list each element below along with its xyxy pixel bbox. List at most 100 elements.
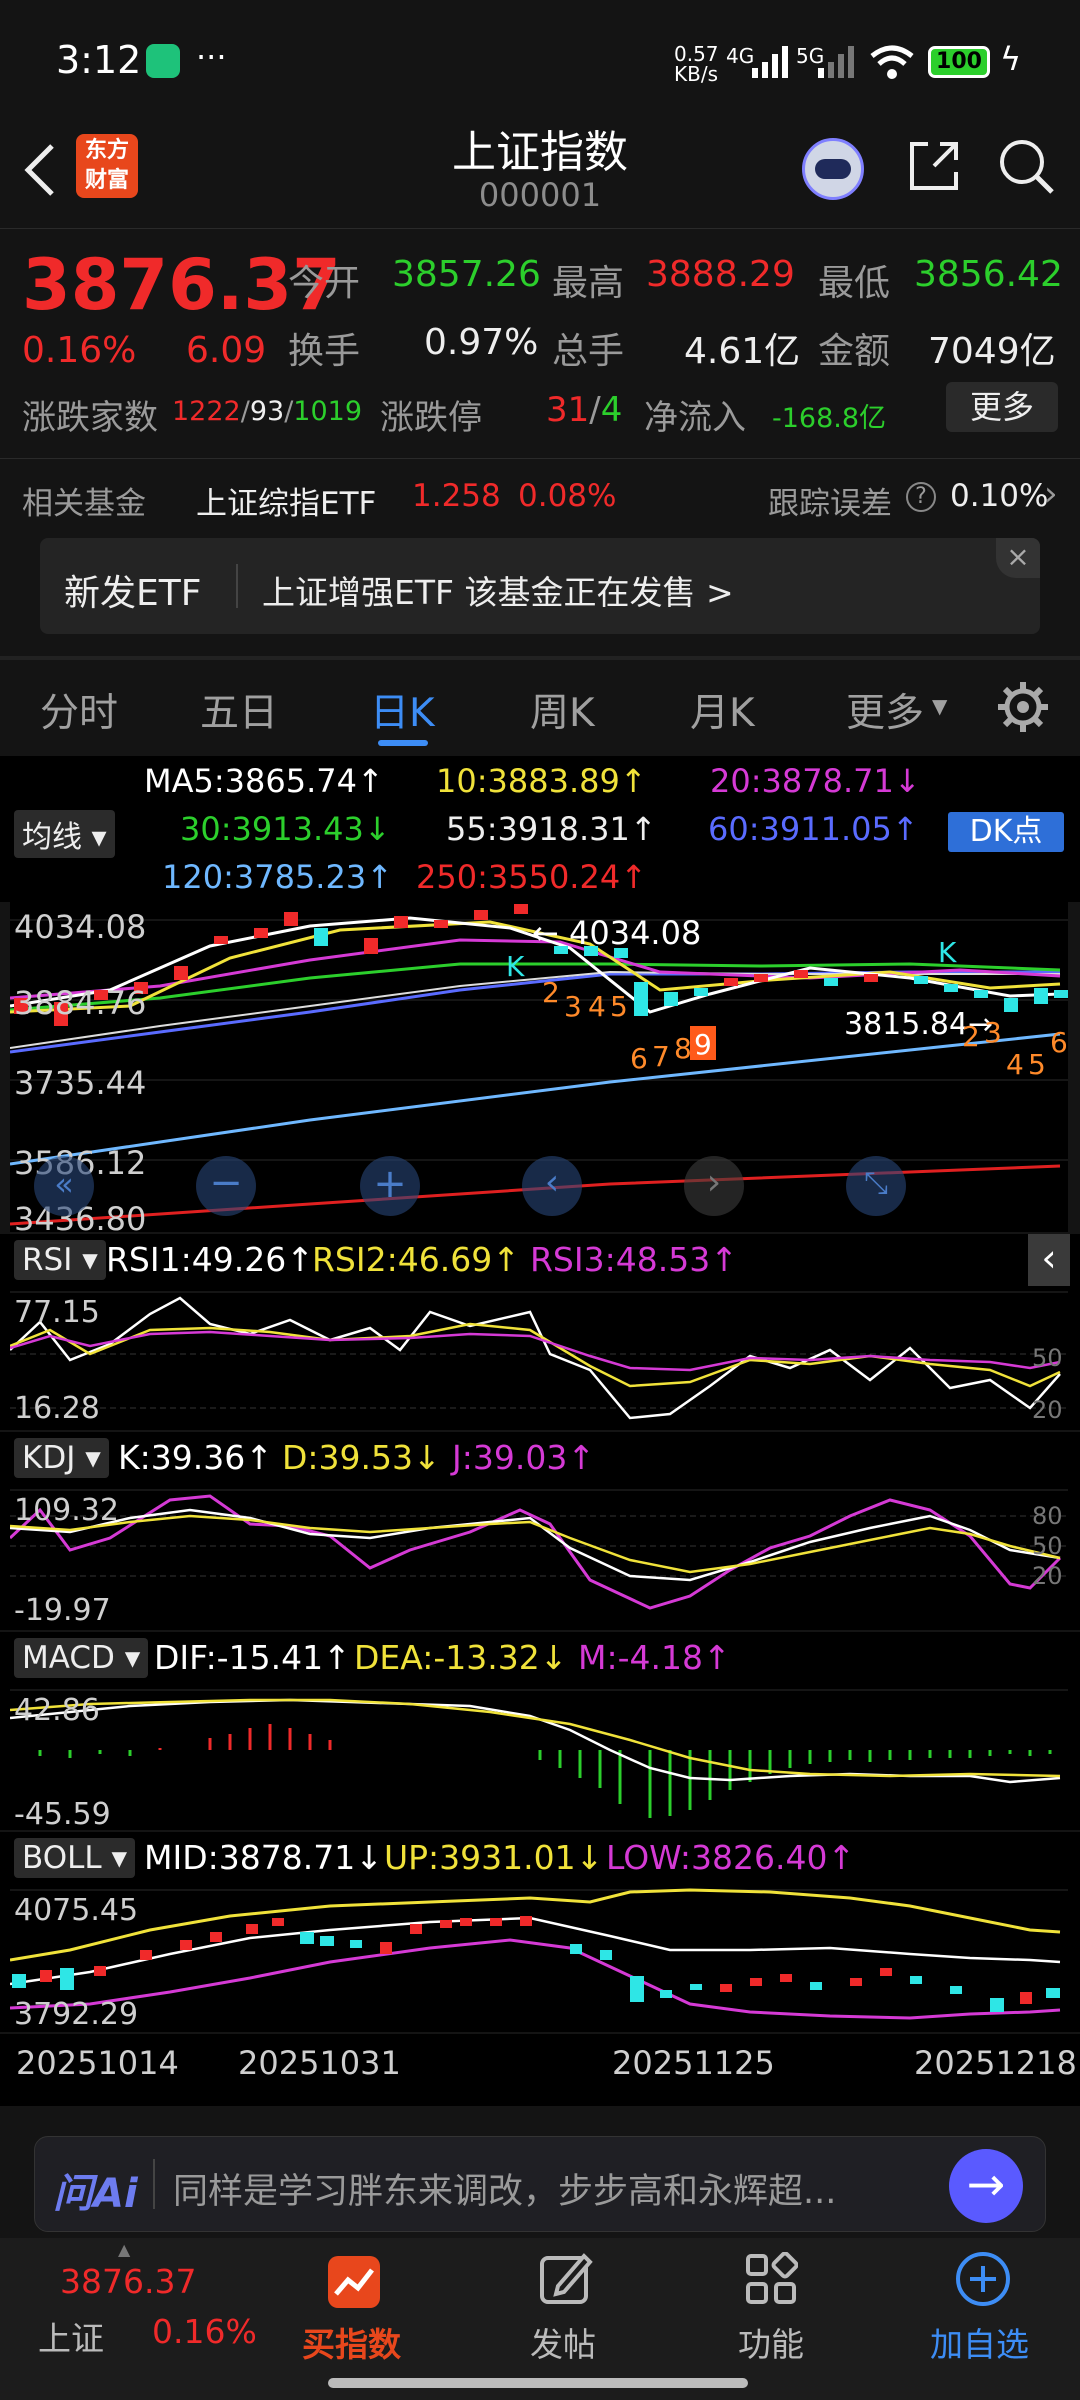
scroll-left-button[interactable]: ‹ [522,1156,582,1216]
dk-point-button[interactable]: DK点 [948,812,1064,852]
signal2-icon [818,46,854,78]
open-label: 今开 [288,263,361,304]
more-button[interactable]: 更多 [946,382,1058,432]
zoom-in-button[interactable]: + [360,1156,420,1216]
count-8: 8 [674,1032,692,1065]
new-etf-banner[interactable]: 新发ETF 上证增强ETF 该基金正在发售 > [40,538,1040,634]
macd-selector[interactable]: MACD ▾ [14,1638,149,1678]
kdj-selector[interactable]: KDJ ▾ [14,1438,109,1478]
function-tab[interactable]: 功能 [716,2238,826,2378]
kdj-selector-label: KDJ [22,1440,76,1476]
limit-counts: 31/4 [546,390,623,430]
stock-code: 000001 [478,176,602,214]
send-arrow-button[interactable]: → [949,2149,1023,2223]
help-icon[interactable]: ? [906,482,936,512]
nav-bar: 东方 财富 上证指数 000001 [0,110,1080,230]
net-speed: 0.57 KB/s [674,42,719,86]
share-icon[interactable] [906,138,962,194]
dea-line [10,1698,1061,1778]
add-watchlist-tab[interactable]: 加自选 [920,2238,1050,2378]
boll-bottom-label: 3792.29 [14,1997,138,2030]
edit-icon [540,2253,593,2304]
count-4: 4 [588,990,606,1023]
index-ticker[interactable]: ▲ 3876.37 上证 0.16% [0,2238,270,2378]
macd-panel[interactable]: MACD ▾ DIF:-15.41↑ DEA:-13.32↓ M:-4.18↑ … [0,1632,1080,1830]
banner-tag: 新发ETF [64,573,202,614]
kdj-panel[interactable]: KDJ ▾ K:39.36↑ D:39.53↓ J:39.03↑ 109.32 … [0,1432,1080,1630]
zoom-out-button[interactable]: − [196,1156,256,1216]
tab-more[interactable]: 更多 [846,682,924,738]
count-b6: 6 [1050,1026,1068,1059]
rsi-selector-label: RSI [22,1242,73,1278]
count-b2: 2 [962,1020,980,1053]
status-time: 3:12 [56,38,142,82]
signal1-icon [752,46,788,78]
tab-intraday[interactable]: 分时 [40,682,118,738]
fast-back-button[interactable]: « [34,1156,94,1216]
tab-monthly-k[interactable]: 月K [690,682,755,738]
date-label-3: 20251125 [612,2044,775,2082]
function-label: 功能 [738,2325,804,2364]
rsi-svg: 77.15 16.28 50 20 [10,1291,1068,1426]
rsi-panel[interactable]: RSI ▾ RSI1:49.26↑ RSI2:46.69↑ RSI3:48.53… [0,1234,1080,1430]
volume-label: 总手 [552,331,625,372]
ma5-value: MA5:3865.74↑ [144,762,384,800]
count-b3: 3 [984,1016,1002,1049]
count-b5: 5 [1028,1048,1046,1081]
count-5: 5 [610,990,628,1023]
scroll-right-button[interactable]: › [684,1156,744,1216]
close-banner-icon[interactable]: × [996,538,1040,578]
ma120-line [9,1032,1061,1166]
collapse-panel-button[interactable]: ‹ [1028,1234,1070,1286]
flat-count: 93 [249,396,285,427]
robot-assistant-icon[interactable] [802,138,864,200]
logo-text-top: 东方 [84,138,129,163]
count-3: 3 [564,990,582,1023]
kline-chart[interactable]: 4034.08 3884.76 3735.44 3586.12 3436.80 … [9,902,1068,1238]
ma-selector[interactable]: 均线 ▾ [14,810,115,858]
kdj-svg: 109.32 -19.97 80 50 20 [10,1489,1068,1628]
date-label-2: 20251031 [238,2044,401,2082]
back-icon[interactable] [20,140,60,200]
rsi-50-label: 50 [1032,1344,1063,1372]
ai-question-bar[interactable]: 问Ai 同样是学习胖东来调改，步步高和永辉超... → [34,2136,1046,2232]
kdj-50-label: 50 [1032,1532,1063,1560]
boll-panel[interactable]: BOLL ▾ MID:3878.71↓ UP:3931.01↓ LOW:3826… [0,1832,1080,2032]
amount-label: 金额 [818,331,891,372]
axis-label-2: 3884.76 [14,984,146,1022]
updown-label: 涨跌家数 [22,398,158,438]
ticker-price: 3876.37 [60,2262,197,2301]
search-icon[interactable] [996,136,1056,196]
post-label: 发帖 [530,2325,596,2364]
banner-divider [236,564,238,608]
tracking-value: 0.10% [950,478,1049,514]
tab-weekly-k[interactable]: 周K [530,682,595,738]
gesture-bar [328,2378,748,2388]
related-fund-row[interactable]: 相关基金 上证综指ETF 1.258 0.08% 跟踪误差 ? 0.10% › [0,470,1080,526]
more-notifications-icon: ··· [196,38,227,76]
high-label: 最高 [552,263,625,304]
ma-selector-label: 均线 [22,820,82,855]
rsi1-value: RSI1:49.26↑ [106,1240,314,1279]
ticker-caret-icon: ▲ [118,2240,131,2259]
ma20-value: 20:3878.71↓ [710,762,921,800]
fullscreen-button[interactable]: ⤡ [846,1156,906,1216]
buy-index-tab[interactable]: 买指数 [290,2238,420,2378]
boll-up-value: UP:3931.01↓ [384,1838,604,1877]
post-tab[interactable]: 发帖 [510,2238,620,2378]
boll-selector[interactable]: BOLL ▾ [14,1838,136,1878]
turnover-label: 换手 [288,331,361,372]
turnover-value: 0.97% [424,322,539,363]
settings-gear-icon[interactable] [996,680,1050,734]
change-pct: 0.16% [22,330,137,371]
active-tab-indicator [378,740,428,746]
up-count: 1222 [172,396,241,427]
down-count: 1019 [293,396,363,427]
d-line [10,1514,1061,1574]
rsi-selector[interactable]: RSI ▾ [14,1240,106,1280]
tab-daily-k[interactable]: 日K [370,682,435,738]
macd-selector-label: MACD [22,1640,115,1676]
fund-name: 上证综指ETF [196,486,377,522]
ticker-name: 上证 [38,2319,104,2358]
tab-five-day[interactable]: 五日 [200,682,278,738]
